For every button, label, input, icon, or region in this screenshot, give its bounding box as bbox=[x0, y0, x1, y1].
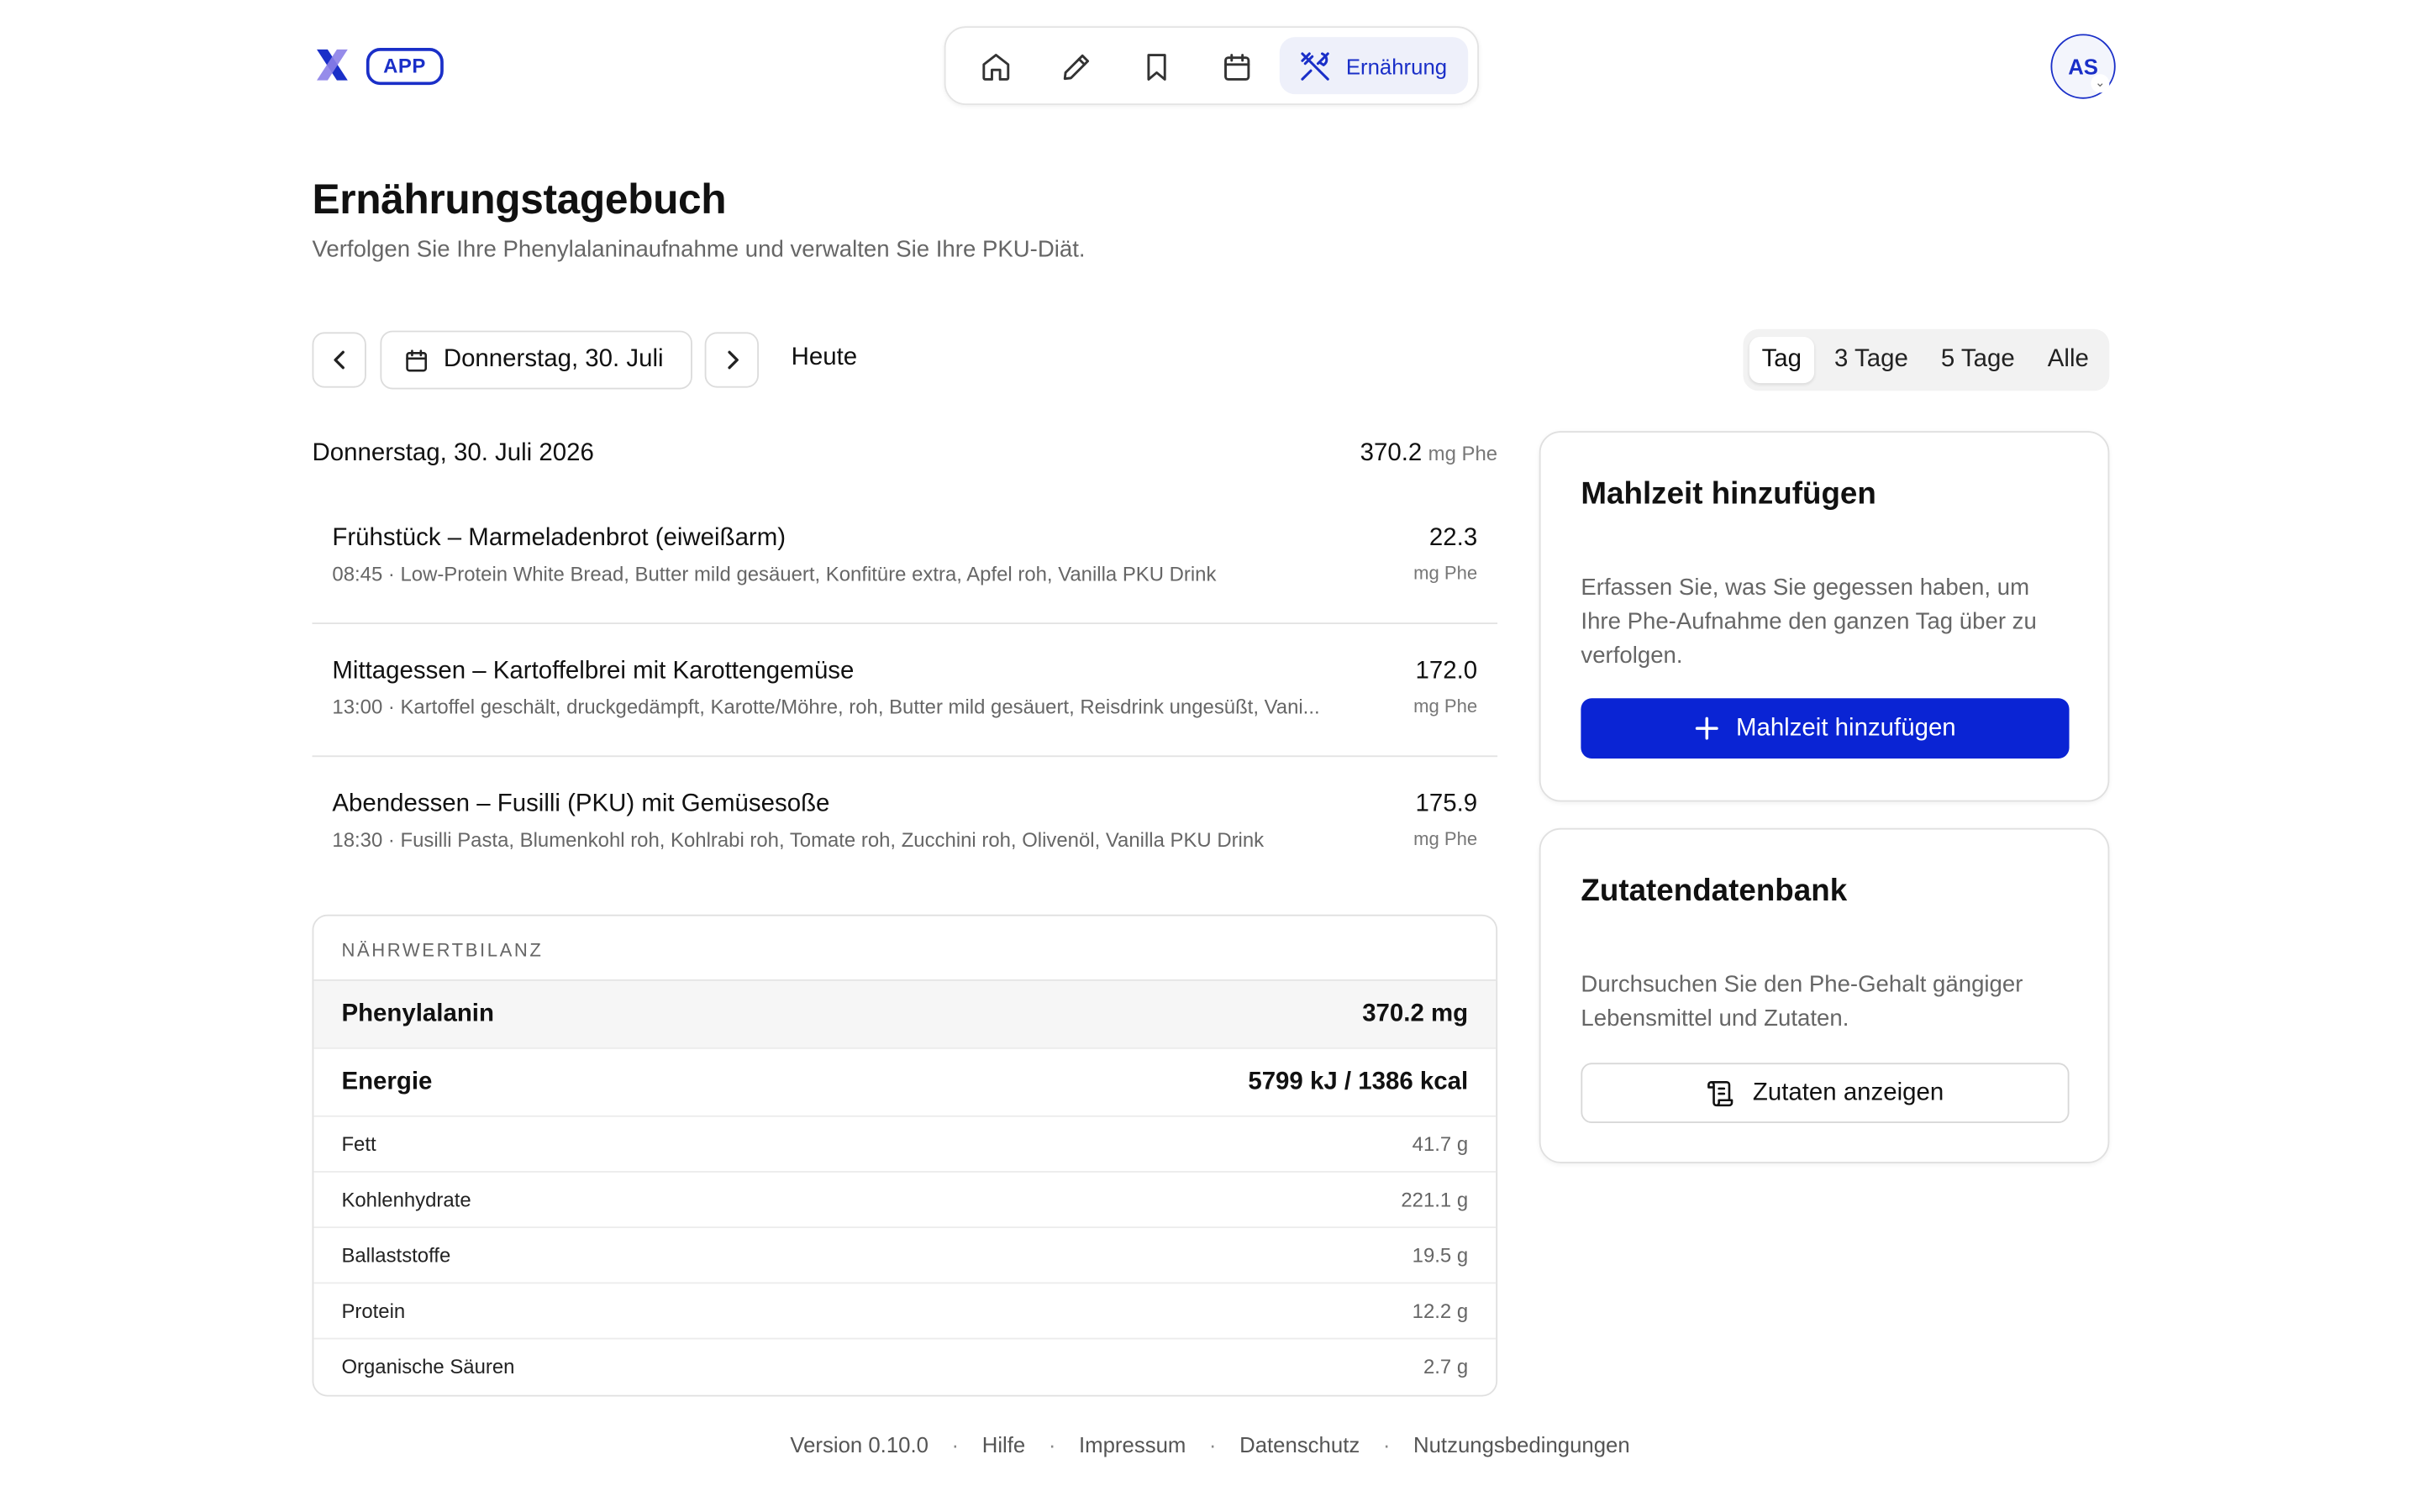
page-title: Ernährungstagebuch bbox=[312, 176, 727, 223]
app-root: APP Ernährung AS ⌄ Ernährungstagebuch Ve… bbox=[0, 0, 2420, 1506]
nutrient-label: Ballaststoffe bbox=[341, 1243, 451, 1268]
nutrient-label: Protein bbox=[341, 1299, 406, 1323]
footer-link-privacy[interactable]: Datenschutz bbox=[1239, 1432, 1360, 1457]
meal-phe-unit: mg Phe bbox=[1413, 562, 1478, 585]
add-meal-button[interactable]: Mahlzeit hinzufügen bbox=[1581, 698, 2070, 759]
footer: Version 0.10.0 · Hilfe · Impressum · Datenschu… bbox=[0, 1432, 2420, 1457]
nutrient-label: Organische Säuren bbox=[341, 1354, 515, 1378]
table-row: Organische Säuren 2.7 g bbox=[313, 1339, 1496, 1394]
footer-link-help[interactable]: Hilfe bbox=[982, 1432, 1026, 1457]
page-subtitle: Verfolgen Sie Ihre Phenylalaninaufnahme … bbox=[312, 236, 1086, 263]
nav-nutrition-label: Ernährung bbox=[1345, 53, 1448, 78]
nav-bookmark-button[interactable] bbox=[1128, 40, 1184, 93]
nutrient-value: 5799 kJ / 1386 kcal bbox=[1248, 1068, 1469, 1095]
nav-nutrition-tab[interactable]: Ernährung bbox=[1279, 37, 1469, 95]
show-ingredients-label: Zutaten anzeigen bbox=[1752, 1079, 1944, 1105]
meal-description: 18:30 · Fusilli Pasta, Blumenkohl roh, K… bbox=[332, 827, 1265, 852]
scroll-text-icon bbox=[1707, 1080, 1733, 1106]
table-row: Energie 5799 kJ / 1386 kcal bbox=[313, 1049, 1497, 1117]
table-row: Kohlenhydrate 221.1 g bbox=[313, 1173, 1497, 1229]
nutrient-value: 370.2 mg bbox=[1362, 1000, 1469, 1028]
nutrient-value: 221.1 g bbox=[1401, 1188, 1469, 1211]
day-total-phe: 370.2 mg Phe bbox=[1360, 440, 1497, 468]
meal-title: Frühstück – Marmeladenbrot (eiweißarm) bbox=[332, 525, 786, 552]
meal-entry[interactable]: Mittagessen – Kartoffelbrei mit Karotten… bbox=[312, 624, 1498, 758]
chevron-right-icon bbox=[727, 350, 738, 370]
ingredients-database-card: Zutatendatenbank Durchsuchen Sie den Phe… bbox=[1539, 827, 2110, 1163]
table-row: Protein 12.2 g bbox=[313, 1284, 1497, 1340]
meal-phe-unit: mg Phe bbox=[1413, 827, 1478, 850]
add-meal-button-label: Mahlzeit hinzufügen bbox=[1735, 714, 1956, 741]
day-total-value: 370.2 bbox=[1360, 440, 1423, 467]
current-date-label: Donnerstag, 30. Juli bbox=[443, 345, 664, 373]
day-label: Donnerstag, 30. Juli 2026 bbox=[312, 440, 594, 467]
footer-separator: · bbox=[1048, 1431, 1056, 1457]
meal-title: Abendessen – Fusilli (PKU) mit Gemüsesoß… bbox=[332, 790, 830, 817]
range-tab-3-days[interactable]: 3 Tage bbox=[1834, 337, 1908, 383]
nav-calendar-button[interactable] bbox=[1208, 40, 1264, 93]
chevron-down-icon: ⌄ bbox=[2091, 74, 2110, 93]
nutrient-label: Energie bbox=[341, 1068, 433, 1095]
today-button[interactable]: Heute bbox=[792, 344, 858, 372]
ingredients-card-title: Zutatendatenbank bbox=[1581, 874, 1848, 909]
range-tab-day[interactable]: Tag bbox=[1749, 336, 1814, 384]
meal-phe-value: 22.3 bbox=[1428, 525, 1478, 552]
footer-link-imprint[interactable]: Impressum bbox=[1079, 1432, 1186, 1457]
meal-entry[interactable]: Frühstück – Marmeladenbrot (eiweißarm) 0… bbox=[312, 491, 1498, 624]
footer-separator: · bbox=[1382, 1431, 1391, 1457]
add-meal-card-text: Erfassen Sie, was Sie gegessen haben, um… bbox=[1581, 575, 2037, 669]
nutrient-label: Fett bbox=[341, 1132, 376, 1156]
meal-description: 08:45 · Low-Protein White Bread, Butter … bbox=[332, 562, 1217, 586]
next-day-button[interactable] bbox=[704, 332, 759, 388]
nav-edit-button[interactable] bbox=[1048, 40, 1103, 93]
add-meal-card: Mahlzeit hinzufügen Erfassen Sie, was Si… bbox=[1539, 431, 2110, 802]
nutrient-value: 41.7 g bbox=[1412, 1132, 1469, 1156]
day-total-unit: mg Phe bbox=[1428, 441, 1498, 465]
bookmark-icon bbox=[1146, 53, 1165, 81]
home-icon bbox=[981, 53, 1009, 81]
main-nav: Ernährung bbox=[944, 26, 1480, 106]
nav-home-button[interactable] bbox=[967, 40, 1023, 93]
nutrient-value: 19.5 g bbox=[1412, 1243, 1469, 1268]
range-tab-5-days[interactable]: 5 Tage bbox=[1941, 337, 2015, 383]
calendar-icon bbox=[1223, 53, 1249, 81]
nutrient-value: 2.7 g bbox=[1423, 1354, 1469, 1378]
calendar-icon bbox=[406, 349, 428, 371]
ingredients-card-text: Durchsuchen Sie den Phe-Gehalt gängiger … bbox=[1581, 971, 2023, 1032]
pencil-icon bbox=[1062, 53, 1089, 80]
nutrient-label: Phenylalanin bbox=[341, 1000, 494, 1028]
add-meal-card-title: Mahlzeit hinzufügen bbox=[1581, 477, 1876, 512]
footer-link-terms[interactable]: Nutzungsbedingungen bbox=[1413, 1432, 1630, 1457]
date-picker-button[interactable]: Donnerstag, 30. Juli bbox=[380, 330, 692, 390]
range-selector: Tag 3 Tage 5 Tage Alle bbox=[1743, 328, 2110, 391]
meal-title: Mittagessen – Kartoffelbrei mit Karotten… bbox=[332, 658, 855, 685]
meal-phe-value: 172.0 bbox=[1415, 658, 1478, 685]
meal-phe-unit: mg Phe bbox=[1413, 695, 1478, 717]
nutrient-value: 12.2 g bbox=[1412, 1299, 1469, 1323]
nutrition-balance-table: NÄHRWERTBILANZ Phenylalanin 370.2 mg Ene… bbox=[312, 914, 1498, 1397]
previous-day-button[interactable] bbox=[312, 332, 366, 388]
range-tab-all[interactable]: Alle bbox=[2048, 337, 2089, 383]
table-row: Ballaststoffe 19.5 g bbox=[313, 1228, 1497, 1284]
footer-version: Version 0.10.0 bbox=[790, 1431, 929, 1457]
app-logo-icon[interactable] bbox=[312, 45, 352, 85]
show-ingredients-button[interactable]: Zutaten anzeigen bbox=[1581, 1063, 2070, 1124]
nutrient-label: Kohlenhydrate bbox=[341, 1188, 471, 1211]
app-badge: APP bbox=[366, 48, 444, 86]
footer-separator: · bbox=[1208, 1431, 1217, 1457]
table-row: Phenylalanin 370.2 mg bbox=[313, 980, 1497, 1049]
footer-separator: · bbox=[951, 1431, 960, 1457]
nutrition-table-header: NÄHRWERTBILANZ bbox=[313, 916, 1497, 981]
meal-description: 13:00 · Kartoffel geschält, druckgedämpf… bbox=[332, 695, 1320, 719]
plus-icon bbox=[1696, 717, 1719, 740]
meal-entry[interactable]: Abendessen – Fusilli (PKU) mit Gemüsesoß… bbox=[312, 757, 1497, 890]
utensils-crossed-icon bbox=[1301, 51, 1329, 80]
chevron-left-icon bbox=[333, 350, 345, 370]
table-row: Fett 41.7 g bbox=[313, 1117, 1497, 1173]
meal-phe-value: 175.9 bbox=[1415, 790, 1478, 817]
